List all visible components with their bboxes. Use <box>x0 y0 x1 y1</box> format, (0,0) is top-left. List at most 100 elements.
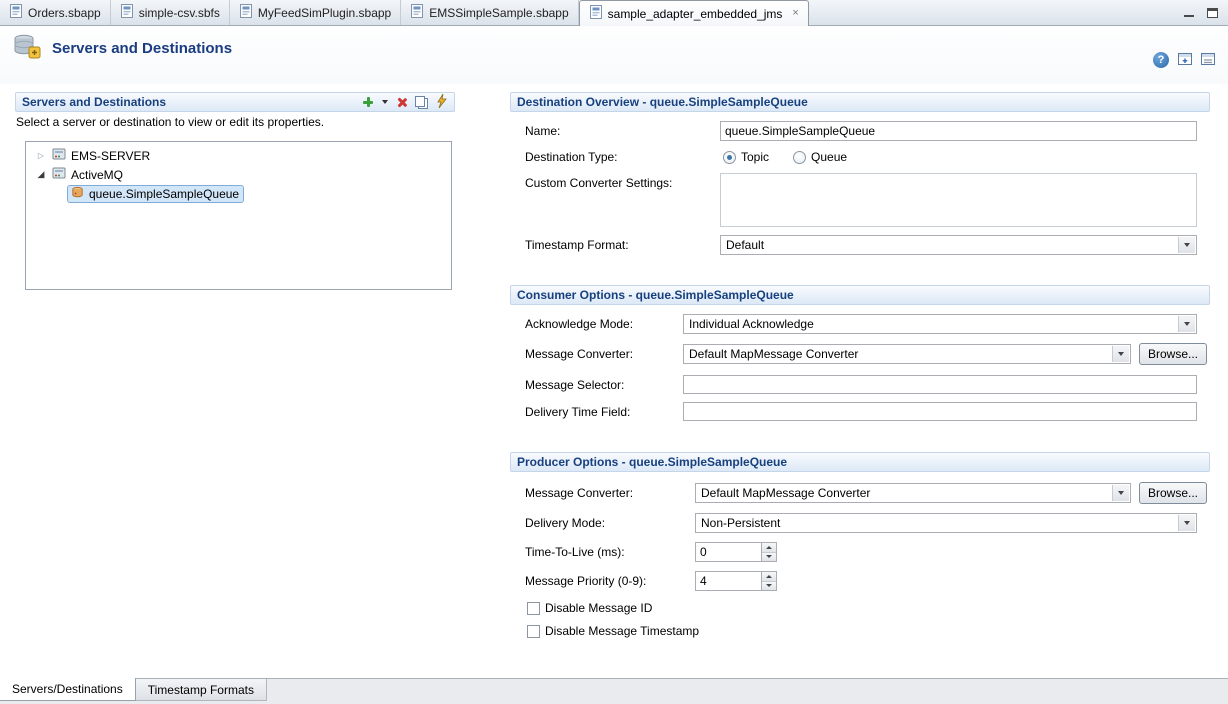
spin-down-icon[interactable] <box>762 552 776 562</box>
instruction-text: Select a server or destination to view o… <box>16 115 324 129</box>
name-input[interactable] <box>720 121 1197 141</box>
tree-item-activemq[interactable]: ◢ ActiveMQ <box>26 165 451 184</box>
time-to-live-label: Time-To-Live (ms): <box>525 542 625 562</box>
producer-options-section: Producer Options - queue.SimpleSampleQue… <box>510 452 1210 652</box>
chevron-down-icon[interactable] <box>1178 316 1195 332</box>
chevron-down-icon[interactable] <box>1178 237 1195 253</box>
destination-overview-title: Destination Overview - queue.SimpleSampl… <box>517 95 808 109</box>
tab-label: EMSSimpleSample.sbapp <box>429 6 568 20</box>
consumer-message-converter-select[interactable]: Default MapMessage Converter <box>683 344 1131 364</box>
producer-browse-button[interactable]: Browse... <box>1139 482 1207 504</box>
acknowledge-mode-value: Individual Acknowledge <box>689 317 814 331</box>
consumer-options-header: Consumer Options - queue.SimpleSampleQue… <box>510 285 1210 305</box>
tab-timestamp-formats[interactable]: Timestamp Formats <box>136 679 267 701</box>
disable-message-id-label: Disable Message ID <box>545 601 652 615</box>
lightning-icon[interactable] <box>436 94 448 111</box>
topic-radio-label: Topic <box>741 150 769 164</box>
bottom-tab-label: Timestamp Formats <box>148 683 254 697</box>
tree-item-queue-simplesamplequeue[interactable]: queue.SimpleSampleQueue <box>26 184 451 203</box>
servers-section-title: Servers and Destinations <box>22 95 166 109</box>
delivery-mode-value: Non-Persistent <box>701 516 780 530</box>
browse-button-label: Browse... <box>1148 486 1198 500</box>
server-icon <box>51 165 67 184</box>
producer-message-converter-label: Message Converter: <box>525 483 633 503</box>
spin-up-icon[interactable] <box>762 572 776 581</box>
add-menu-arrow-icon[interactable] <box>382 100 388 104</box>
file-icon <box>9 4 23 21</box>
bottom-tab-label: Servers/Destinations <box>12 682 123 696</box>
tree-expand-icon[interactable]: ◢ <box>35 169 47 180</box>
tree-selection[interactable]: queue.SimpleSampleQueue <box>67 185 244 203</box>
chevron-down-icon[interactable] <box>1112 346 1129 362</box>
delivery-time-field-label: Delivery Time Field: <box>525 402 630 422</box>
bottom-tab-bar: Servers/Destinations Timestamp Formats <box>0 678 1228 704</box>
producer-options-header: Producer Options - queue.SimpleSampleQue… <box>510 452 1210 472</box>
add-icon[interactable] <box>362 96 374 108</box>
custom-converter-settings-input[interactable] <box>720 173 1197 227</box>
disable-message-timestamp-row: Disable Message Timestamp <box>527 623 699 639</box>
timestamp-format-select[interactable]: Default <box>720 235 1197 255</box>
queue-radio[interactable] <box>793 151 806 164</box>
tab-sample-adapter-embedded-jms[interactable]: sample_adapter_embedded_jms × <box>579 0 809 26</box>
page-title: Servers and Destinations <box>52 40 232 57</box>
delivery-mode-label: Delivery Mode: <box>525 513 605 533</box>
message-selector-input[interactable] <box>683 375 1197 394</box>
chevron-down-icon[interactable] <box>1178 515 1195 531</box>
tree-item-ems-server[interactable]: ▷ EMS-SERVER <box>26 146 451 165</box>
disable-message-id-row: Disable Message ID <box>527 600 652 616</box>
delete-icon[interactable] <box>396 97 407 108</box>
tab-orders-sbapp[interactable]: Orders.sbapp <box>0 0 111 25</box>
tab-emssimplesample-sbapp[interactable]: EMSSimpleSample.sbapp <box>401 0 578 25</box>
disable-message-id-checkbox[interactable] <box>527 602 540 615</box>
tab-label: sample_adapter_embedded_jms <box>608 7 783 21</box>
tab-myfeedsimplugin-sbapp[interactable]: MyFeedSimPlugin.sbapp <box>230 0 401 25</box>
disable-message-timestamp-label: Disable Message Timestamp <box>545 624 699 638</box>
acknowledge-mode-select[interactable]: Individual Acknowledge <box>683 314 1197 334</box>
copy-icon[interactable] <box>415 96 428 109</box>
consumer-browse-button[interactable]: Browse... <box>1139 343 1207 365</box>
server-icon <box>51 146 67 165</box>
servers-and-destinations-icon <box>12 33 42 63</box>
servers-section-header: Servers and Destinations <box>15 92 455 112</box>
custom-converter-settings-label: Custom Converter Settings: <box>525 173 672 193</box>
spin-down-icon[interactable] <box>762 581 776 591</box>
maximize-icon[interactable] <box>1207 8 1218 18</box>
close-icon[interactable]: × <box>792 8 798 19</box>
tab-label: simple-csv.sbfs <box>139 6 220 20</box>
destination-type-label: Destination Type: <box>525 147 618 167</box>
topic-radio[interactable] <box>723 151 736 164</box>
add-panel-icon[interactable] <box>1178 53 1192 68</box>
tab-servers-destinations[interactable]: Servers/Destinations <box>0 678 136 701</box>
tree-item-label: queue.SimpleSampleQueue <box>89 187 239 201</box>
queue-radio-label: Queue <box>811 150 847 164</box>
message-priority-input[interactable] <box>695 571 761 591</box>
tab-label: Orders.sbapp <box>28 6 101 20</box>
editor-tab-bar: Orders.sbapp simple-csv.sbfs MyFeedSimPl… <box>0 0 1228 26</box>
tab-simple-csv-sbfs[interactable]: simple-csv.sbfs <box>111 0 230 25</box>
delivery-mode-select[interactable]: Non-Persistent <box>695 513 1197 533</box>
destination-overview-section: Destination Overview - queue.SimpleSampl… <box>510 92 1210 270</box>
panel-layout-icon[interactable] <box>1201 53 1215 68</box>
spin-up-icon[interactable] <box>762 543 776 552</box>
help-icon[interactable]: ? <box>1153 52 1169 68</box>
window-controls <box>1184 6 1218 19</box>
chevron-down-icon[interactable] <box>1112 485 1129 501</box>
time-to-live-input[interactable] <box>695 542 761 562</box>
acknowledge-mode-label: Acknowledge Mode: <box>525 314 633 334</box>
producer-message-converter-select[interactable]: Default MapMessage Converter <box>695 483 1131 503</box>
browse-button-label: Browse... <box>1148 347 1198 361</box>
consumer-message-converter-value: Default MapMessage Converter <box>689 347 858 361</box>
tab-label: MyFeedSimPlugin.sbapp <box>258 6 391 20</box>
timestamp-format-label: Timestamp Format: <box>525 235 629 255</box>
tree-item-label: EMS-SERVER <box>71 149 150 163</box>
app-window: Orders.sbapp simple-csv.sbfs MyFeedSimPl… <box>0 0 1228 704</box>
producer-options-title: Producer Options - queue.SimpleSampleQue… <box>517 455 787 469</box>
disable-message-timestamp-checkbox[interactable] <box>527 625 540 638</box>
servers-tree: ▷ EMS-SERVER ◢ ActiveMQ queue.SimpleSamp… <box>25 141 452 290</box>
destination-overview-header: Destination Overview - queue.SimpleSampl… <box>510 92 1210 112</box>
time-to-live-stepper <box>695 542 777 562</box>
minimize-icon[interactable] <box>1184 6 1194 19</box>
tree-collapse-icon[interactable]: ▷ <box>35 151 47 160</box>
message-selector-label: Message Selector: <box>525 375 624 395</box>
delivery-time-field-input[interactable] <box>683 402 1197 421</box>
